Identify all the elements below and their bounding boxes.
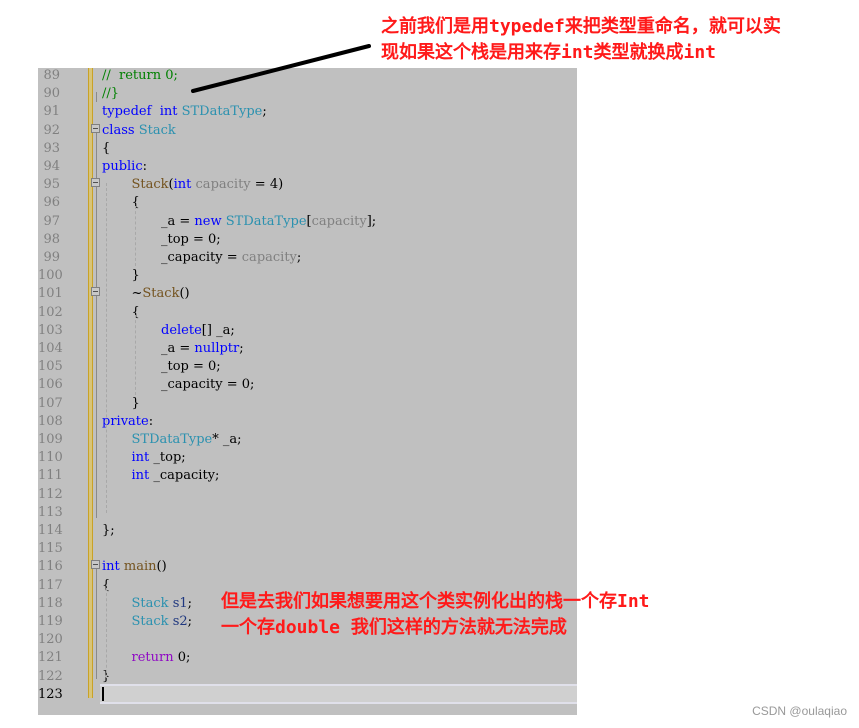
annotation-top-line2: 现如果这个栈是用来存int类型就换成int xyxy=(381,42,717,63)
annotation-bottom-line2: 一个存double 我们这样的方法就无法完成 xyxy=(221,617,567,638)
annotation-bottom-line1: 但是去我们如果想要用这个类实例化出的栈一个存Int xyxy=(221,591,650,612)
annotation-arrow-line xyxy=(191,44,371,93)
watermark: CSDN @oulaqiao xyxy=(752,704,847,718)
annotation-top-line1: 之前我们是用typedef来把类型重命名，就可以实 xyxy=(381,16,781,37)
